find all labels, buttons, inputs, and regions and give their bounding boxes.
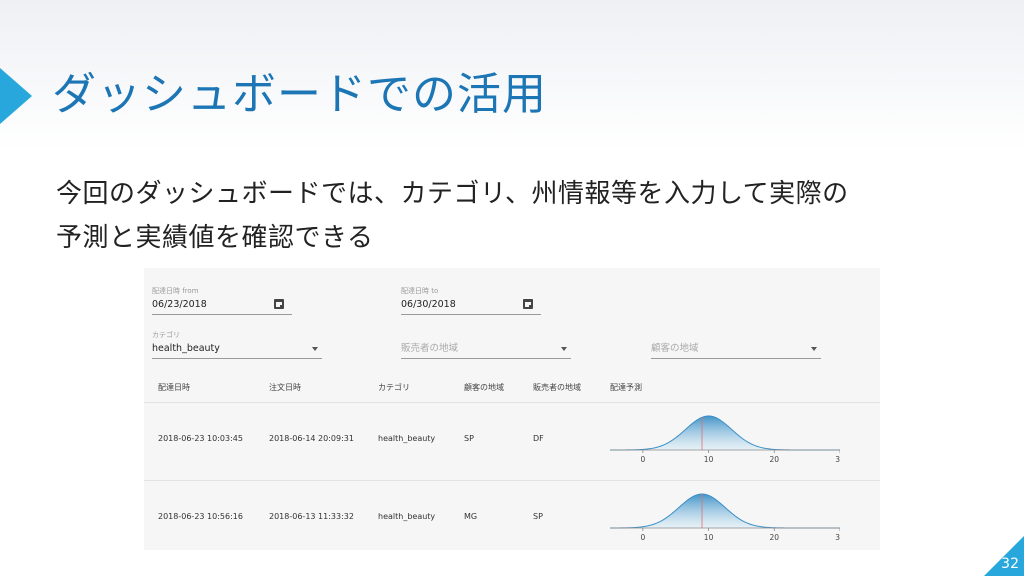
- date-from-field[interactable]: 配達日時 from 06/23/2018: [152, 286, 292, 315]
- date-from-value: 06/23/2018: [152, 299, 207, 310]
- delivery-cell: 2018-06-23 10:03:45: [158, 434, 243, 443]
- column-header[interactable]: 注文日時: [269, 382, 301, 393]
- seller-region-placeholder: 販売者の地域: [401, 343, 459, 354]
- x-tick-label: 20: [770, 455, 780, 464]
- distribution-area: [610, 416, 840, 450]
- category-input[interactable]: health_beauty: [152, 340, 322, 359]
- date-to-label: 配達日時 to: [401, 287, 439, 295]
- slide-title: ダッシュボードでの活用: [52, 69, 547, 120]
- customer-region-placeholder: 顧客の地域: [651, 343, 699, 354]
- seller-region-select[interactable]: 販売者の地域: [401, 330, 571, 359]
- calendar-icon[interactable]: [523, 299, 533, 309]
- chevron-down-icon: [811, 347, 817, 351]
- table-header: 配達日時 注文日時 カテゴリ 顧客の地域 販売者の地域 配達予測: [144, 372, 880, 403]
- prediction-distribution-chart: 0 10 20 30: [610, 493, 840, 542]
- chevron-down-icon: [561, 347, 567, 351]
- dashboard-screenshot: 配達日時 from 06/23/2018 配達日時 to 06/30/2018 …: [144, 268, 880, 550]
- slide-body: 今回のダッシュボードでは、カテゴリ、州情報等を入力して実際の 予測と実績値を確認…: [56, 172, 986, 260]
- calendar-icon[interactable]: [274, 299, 284, 309]
- table-row[interactable]: 2018-06-23 10:56:16 2018-06-13 11:33:32 …: [144, 480, 880, 558]
- x-tick-label: 30: [835, 533, 840, 542]
- category-label: カテゴリ: [152, 331, 180, 339]
- category-cell: health_beauty: [378, 434, 436, 443]
- category-select[interactable]: カテゴリ health_beauty: [152, 330, 322, 359]
- column-header[interactable]: 顧客の地域: [464, 382, 504, 393]
- customer-region-cell: SP: [464, 434, 474, 443]
- date-from-label: 配達日時 from: [152, 287, 199, 295]
- column-header[interactable]: カテゴリ: [378, 382, 410, 393]
- column-header[interactable]: 販売者の地域: [533, 382, 581, 393]
- order-cell: 2018-06-14 20:09:31: [269, 434, 354, 443]
- seller-region-input[interactable]: 販売者の地域: [401, 340, 571, 359]
- customer-region-select[interactable]: 顧客の地域: [651, 330, 821, 359]
- body-line-2: 予測と実績値を確認できる: [56, 223, 374, 253]
- x-tick-label: 10: [704, 455, 714, 464]
- x-tick-label: 0: [640, 533, 645, 542]
- customer-region-input[interactable]: 顧客の地域: [651, 340, 821, 359]
- customer-region-cell: MG: [464, 512, 478, 521]
- date-to-field[interactable]: 配達日時 to 06/30/2018: [401, 286, 541, 315]
- page-number: 32: [1001, 556, 1019, 572]
- column-header[interactable]: 配達日時: [158, 382, 190, 393]
- x-tick-label: 20: [770, 533, 780, 542]
- distribution-area: [610, 494, 840, 528]
- accent-triangle: [0, 68, 32, 124]
- prediction-distribution-chart: 0 10 20 30: [610, 415, 840, 464]
- chevron-down-icon: [312, 347, 318, 351]
- x-tick-label: 10: [704, 533, 714, 542]
- body-line-1: 今回のダッシュボードでは、カテゴリ、州情報等を入力して実際の: [56, 179, 849, 209]
- delivery-cell: 2018-06-23 10:56:16: [158, 512, 243, 521]
- x-tick-label: 30: [835, 455, 840, 464]
- date-from-input[interactable]: 06/23/2018: [152, 296, 292, 315]
- seller-region-cell: SP: [533, 512, 543, 521]
- order-cell: 2018-06-13 11:33:32: [269, 512, 354, 521]
- x-tick-label: 0: [640, 455, 645, 464]
- category-cell: health_beauty: [378, 512, 436, 521]
- date-to-value: 06/30/2018: [401, 299, 456, 310]
- column-header[interactable]: 配達予測: [610, 382, 642, 393]
- category-value: health_beauty: [152, 343, 220, 354]
- date-to-input[interactable]: 06/30/2018: [401, 296, 541, 315]
- table-row[interactable]: 2018-06-23 10:03:45 2018-06-14 20:09:31 …: [144, 402, 880, 481]
- seller-region-cell: DF: [533, 434, 544, 443]
